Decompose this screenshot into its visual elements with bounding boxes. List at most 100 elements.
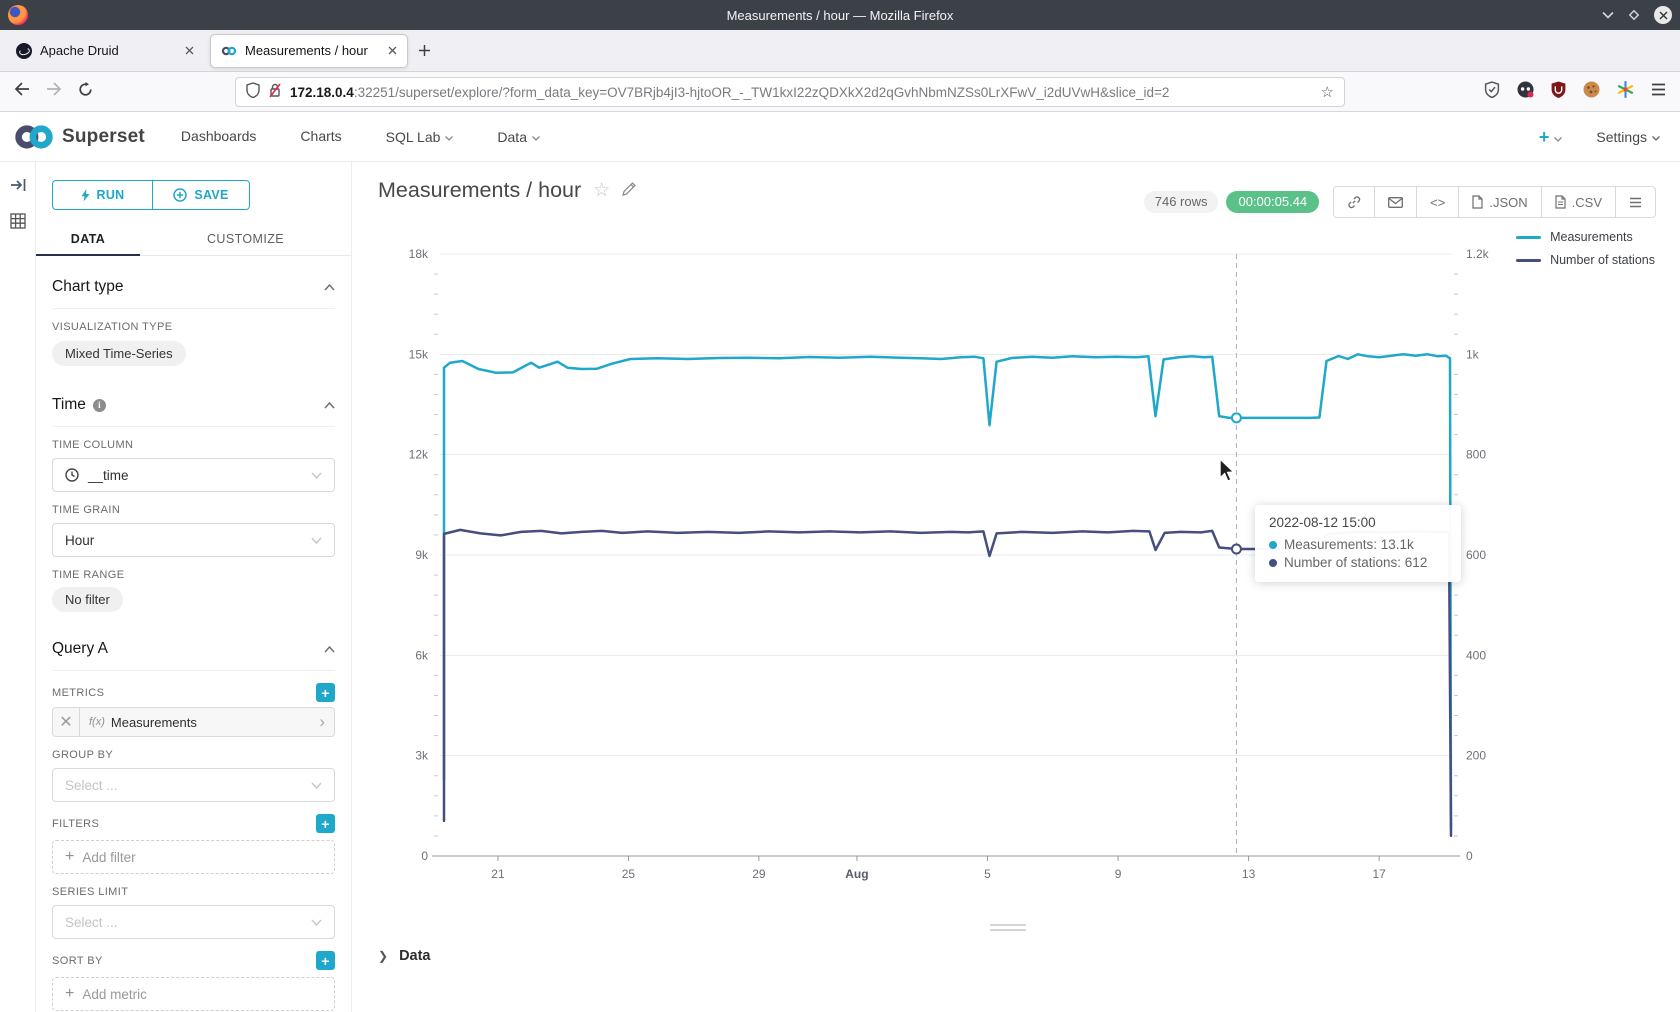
mask-extension-icon[interactable] bbox=[1517, 81, 1534, 103]
svg-text:0: 0 bbox=[1466, 849, 1473, 863]
viz-type-value[interactable]: Mixed Time-Series bbox=[52, 341, 186, 366]
legend-item-measurements[interactable]: Measurements bbox=[1516, 230, 1655, 244]
svg-text:5: 5 bbox=[984, 867, 991, 881]
new-tab-icon[interactable] bbox=[418, 44, 431, 57]
svg-text:400: 400 bbox=[1466, 648, 1486, 662]
page-title: Measurements / hour bbox=[378, 178, 581, 203]
legend-line bbox=[1516, 236, 1541, 239]
url-host: 172.18.0.4 bbox=[290, 85, 354, 100]
tab-measurements-hour[interactable]: Measurements / hour bbox=[210, 34, 408, 68]
superset-favicon bbox=[221, 43, 237, 59]
run-button[interactable]: RUN bbox=[52, 180, 152, 210]
add-metric-plus-icon[interactable]: + bbox=[316, 683, 335, 702]
insecure-lock-icon[interactable] bbox=[268, 82, 282, 103]
series-limit-label: SERIES LIMIT bbox=[52, 886, 335, 898]
time-column-select[interactable]: __time bbox=[52, 458, 335, 492]
tab-close-icon[interactable] bbox=[185, 46, 194, 55]
maximize-icon[interactable] bbox=[1628, 9, 1640, 21]
minimize-icon[interactable] bbox=[1602, 11, 1614, 19]
filters-label: FILTERS+ bbox=[52, 814, 335, 833]
add-filter-box[interactable]: +Add filter bbox=[52, 840, 335, 874]
url-path: :32251/superset/explore/?form_data_key=O… bbox=[354, 85, 1170, 100]
tab-label: Apache Druid bbox=[40, 43, 177, 58]
add-sort-plus-icon[interactable]: + bbox=[316, 951, 335, 970]
dataset-grid-icon[interactable] bbox=[10, 213, 26, 234]
time-column-label: TIME COLUMN bbox=[52, 439, 335, 451]
shield-icon[interactable] bbox=[246, 82, 260, 103]
nav-dashboards[interactable]: Dashboards bbox=[181, 128, 257, 145]
edit-title-icon[interactable] bbox=[622, 181, 637, 201]
data-results-expander[interactable]: ❯ Data bbox=[378, 948, 431, 964]
add-new-button[interactable]: + bbox=[1539, 126, 1563, 148]
chevron-down-icon bbox=[1652, 128, 1660, 144]
resize-drag-handle[interactable] bbox=[990, 924, 1026, 931]
section-time[interactable]: Timei bbox=[52, 396, 335, 414]
tab-apache-druid[interactable]: Apache Druid bbox=[6, 34, 204, 68]
svg-text:600: 600 bbox=[1466, 548, 1486, 562]
mouse-cursor bbox=[1218, 458, 1240, 489]
add-sort-metric-box[interactable]: +Add metric bbox=[52, 977, 335, 1011]
section-query-a[interactable]: Query A bbox=[52, 640, 335, 658]
forward-icon[interactable] bbox=[46, 82, 62, 101]
query-timer-badge: 00:00:05.44 bbox=[1226, 191, 1319, 213]
reload-icon[interactable] bbox=[78, 82, 93, 102]
chevron-down-icon bbox=[1554, 126, 1562, 147]
close-icon[interactable] bbox=[1654, 6, 1672, 24]
chart-legend[interactable]: Measurements Number of stations bbox=[1516, 230, 1655, 267]
superset-navbar: Superset Dashboards Charts SQL Lab Data … bbox=[0, 112, 1680, 162]
section-chart-type[interactable]: Chart type bbox=[52, 278, 335, 296]
time-range-value[interactable]: No filter bbox=[52, 587, 123, 612]
timeseries-chart[interactable]: 003k2006k4009k60012k80015k1k18k1.2k21252… bbox=[352, 212, 1680, 922]
add-filter-plus-icon[interactable]: + bbox=[316, 814, 335, 833]
chevron-right-icon[interactable]: › bbox=[319, 712, 334, 732]
chevron-down-icon bbox=[445, 128, 453, 144]
legend-item-stations[interactable]: Number of stations bbox=[1516, 253, 1655, 267]
tooltip-date: 2022-08-12 15:00 bbox=[1269, 515, 1447, 530]
pinwheel-extension-icon[interactable] bbox=[1617, 81, 1634, 103]
metric-chip[interactable]: ✕ f(x) Measurements › bbox=[52, 707, 335, 737]
shield-check-icon[interactable] bbox=[1484, 81, 1500, 103]
tab-customize[interactable]: CUSTOMIZE bbox=[140, 222, 351, 255]
remove-metric-icon[interactable]: ✕ bbox=[53, 708, 80, 736]
plus-icon: + bbox=[65, 848, 74, 866]
svg-text:21: 21 bbox=[491, 867, 505, 881]
time-grain-select[interactable]: Hour bbox=[52, 523, 335, 557]
back-icon[interactable] bbox=[14, 82, 30, 101]
chevron-right-icon: ❯ bbox=[378, 949, 388, 963]
url-bar[interactable]: 172.18.0.4:32251/superset/explore/?form_… bbox=[235, 77, 1345, 107]
chevron-down-icon bbox=[311, 919, 322, 926]
cookie-extension-icon[interactable] bbox=[1583, 81, 1600, 103]
group-by-select[interactable]: Select ... bbox=[52, 768, 335, 802]
tab-data[interactable]: DATA bbox=[36, 222, 140, 255]
file-icon bbox=[1555, 195, 1566, 209]
brand-name: Superset bbox=[62, 126, 145, 148]
settings-menu[interactable]: Settings bbox=[1596, 128, 1660, 145]
series-dot bbox=[1269, 559, 1277, 567]
legend-label: Number of stations bbox=[1550, 253, 1655, 267]
favorite-star-icon[interactable]: ☆ bbox=[593, 179, 610, 202]
superset-logo[interactable]: Superset bbox=[14, 124, 145, 150]
viz-type-label: VISUALIZATION TYPE bbox=[52, 321, 335, 333]
series-limit-select[interactable]: Select ... bbox=[52, 905, 335, 939]
svg-text:200: 200 bbox=[1466, 749, 1486, 763]
nav-data[interactable]: Data bbox=[497, 128, 540, 145]
svg-text:17: 17 bbox=[1372, 867, 1386, 881]
time-range-label: TIME RANGE bbox=[52, 569, 335, 581]
tab-strip: Apache Druid Measurements / hour bbox=[0, 30, 1680, 72]
save-button[interactable]: SAVE bbox=[152, 180, 250, 210]
ublock-icon[interactable] bbox=[1551, 81, 1566, 103]
nav-charts[interactable]: Charts bbox=[300, 128, 341, 145]
nav-sql-lab[interactable]: SQL Lab bbox=[386, 128, 454, 145]
expand-panel-icon[interactable] bbox=[10, 178, 26, 197]
chevron-up-icon bbox=[324, 402, 335, 409]
tab-close-icon[interactable] bbox=[388, 46, 397, 55]
druid-favicon bbox=[16, 43, 32, 59]
chart-tooltip: 2022-08-12 15:00 Measurements: 13.1k Num… bbox=[1255, 505, 1461, 582]
url-text[interactable]: 172.18.0.4:32251/superset/explore/?form_… bbox=[290, 85, 1313, 100]
chevron-down-icon bbox=[311, 537, 322, 544]
menu-hamburger-icon[interactable] bbox=[1651, 83, 1666, 101]
bookmark-star-icon[interactable]: ☆ bbox=[1321, 83, 1334, 101]
svg-text:3k: 3k bbox=[415, 749, 429, 763]
svg-text:12k: 12k bbox=[409, 448, 429, 462]
browser-toolbar: 172.18.0.4:32251/superset/explore/?form_… bbox=[0, 72, 1680, 112]
